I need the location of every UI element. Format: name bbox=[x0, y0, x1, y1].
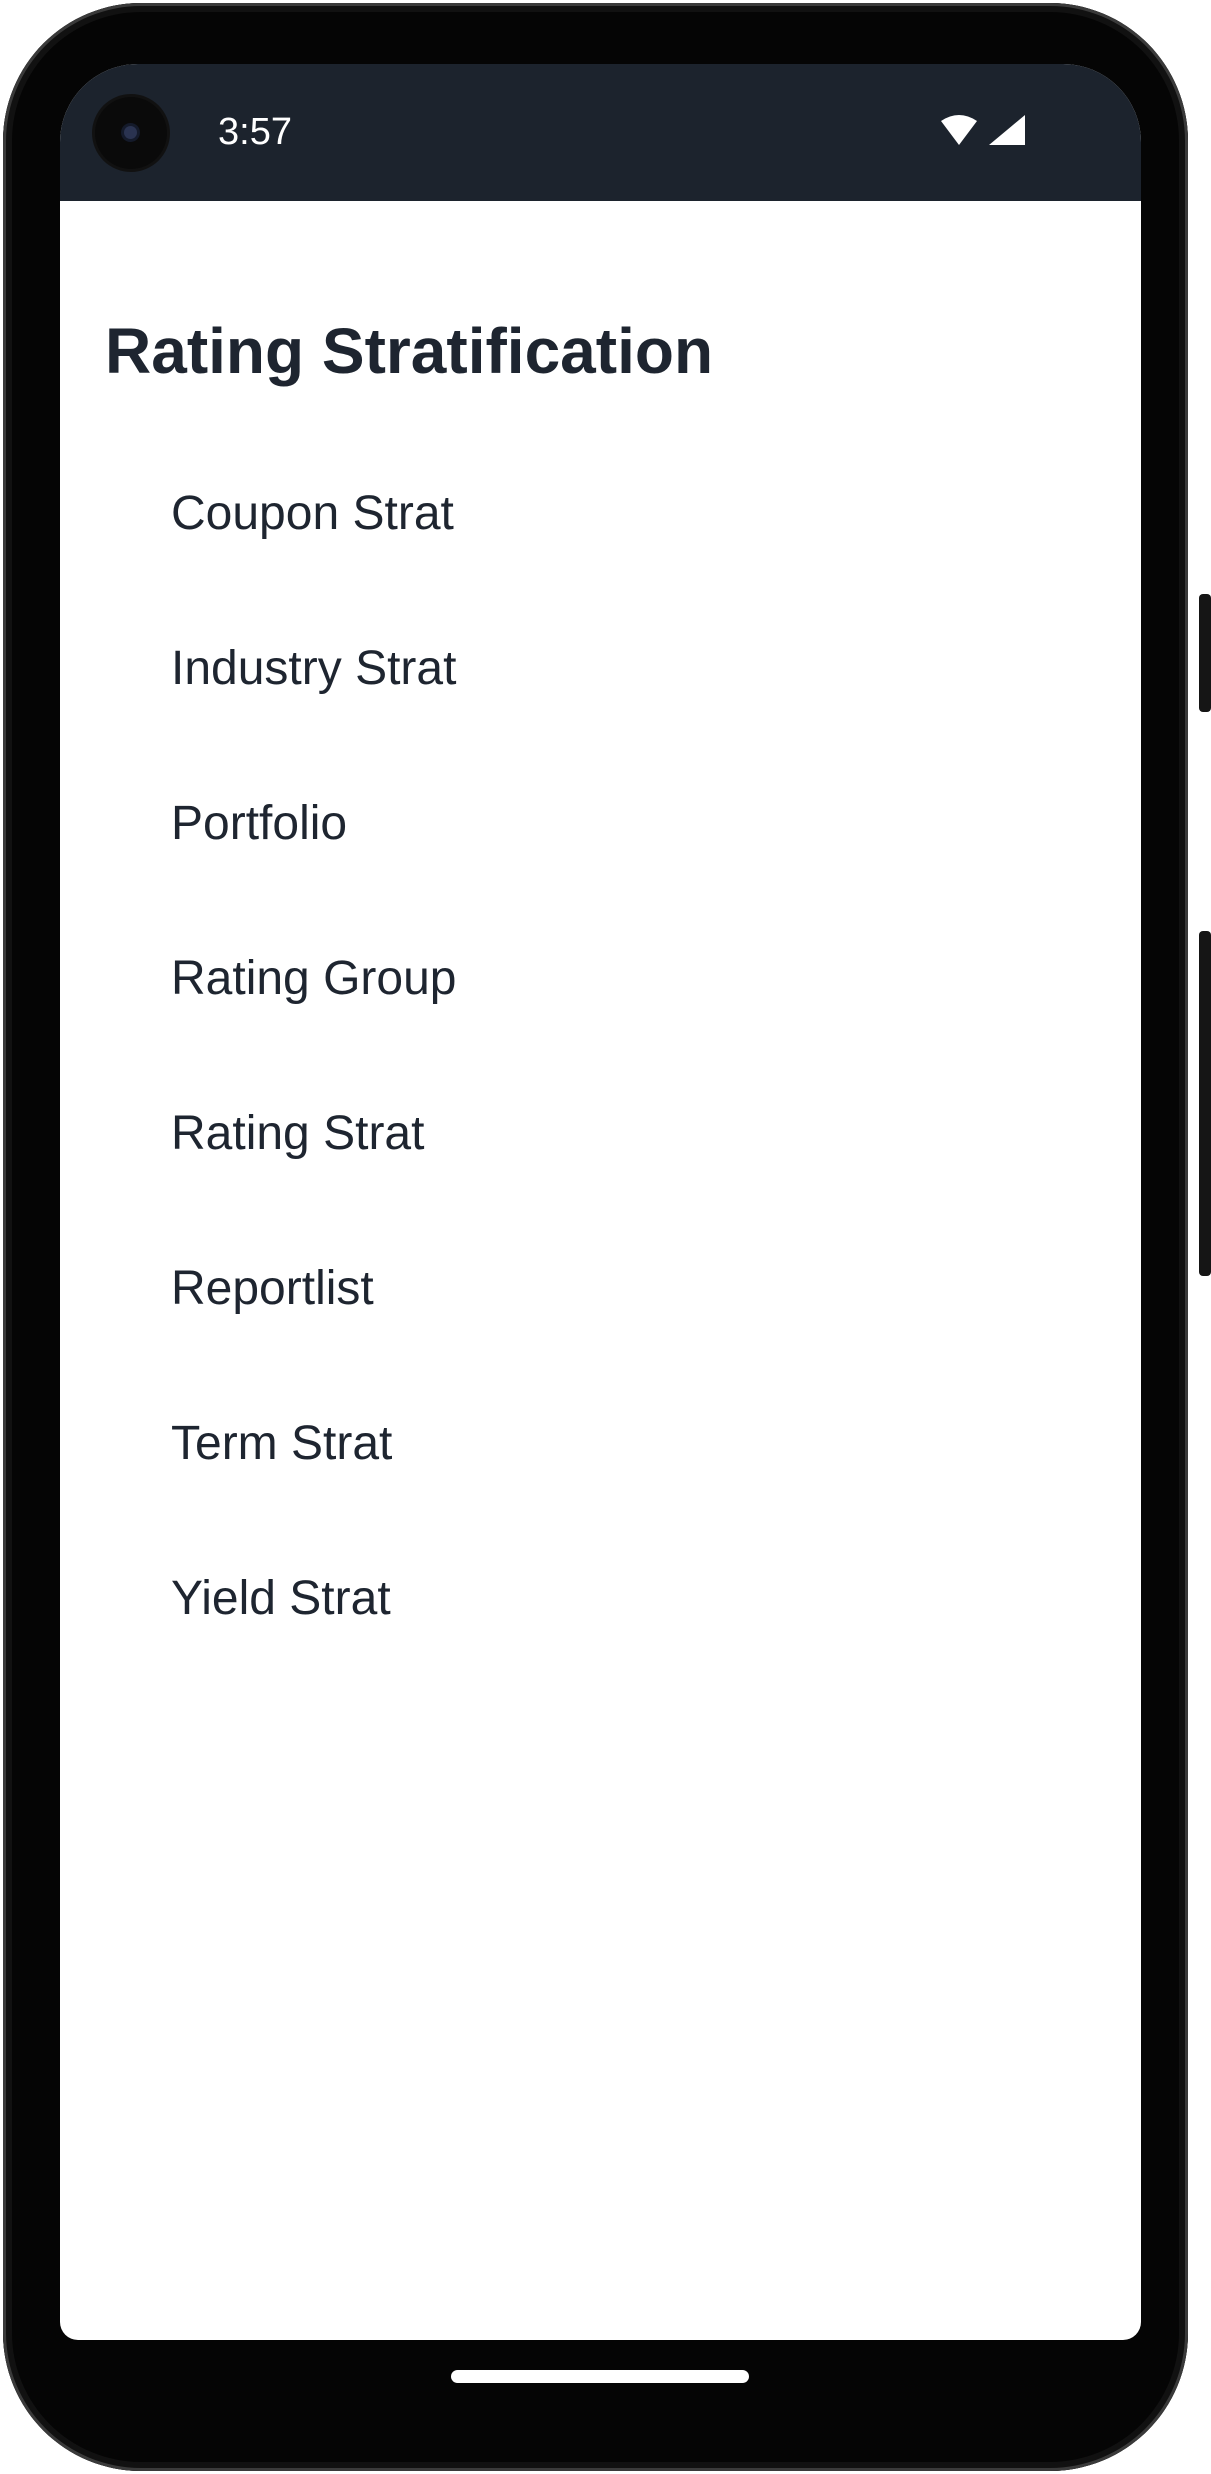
menu-item-reportlist[interactable]: Reportlist bbox=[60, 1211, 1141, 1366]
home-indicator[interactable] bbox=[451, 2370, 749, 2383]
cellular-signal-icon bbox=[989, 115, 1025, 145]
menu-item-coupon-strat[interactable]: Coupon Strat bbox=[60, 436, 1141, 591]
screen: 3:57 Rating Stratification Coupon Strat … bbox=[60, 64, 1141, 2340]
status-bar: 3:57 bbox=[60, 64, 1141, 201]
phone-device: 3:57 Rating Stratification Coupon Strat … bbox=[0, 0, 1211, 2474]
front-camera bbox=[95, 97, 167, 169]
menu-item-rating-group[interactable]: Rating Group bbox=[60, 901, 1141, 1056]
power-button bbox=[1199, 594, 1211, 712]
menu-item-industry-strat[interactable]: Industry Strat bbox=[60, 591, 1141, 746]
menu-item-yield-strat[interactable]: Yield Strat bbox=[60, 1521, 1141, 1676]
menu-item-term-strat[interactable]: Term Strat bbox=[60, 1366, 1141, 1521]
volume-button bbox=[1199, 931, 1211, 1276]
menu-list: Coupon Strat Industry Strat Portfolio Ra… bbox=[60, 436, 1141, 1676]
wifi-icon bbox=[941, 115, 977, 145]
status-icons bbox=[939, 113, 1027, 151]
menu-item-rating-strat[interactable]: Rating Strat bbox=[60, 1056, 1141, 1211]
page-title: Rating Stratification bbox=[105, 315, 714, 387]
menu-item-portfolio[interactable]: Portfolio bbox=[60, 746, 1141, 901]
status-time: 3:57 bbox=[218, 111, 292, 153]
navigation-bar bbox=[60, 2340, 1141, 2460]
